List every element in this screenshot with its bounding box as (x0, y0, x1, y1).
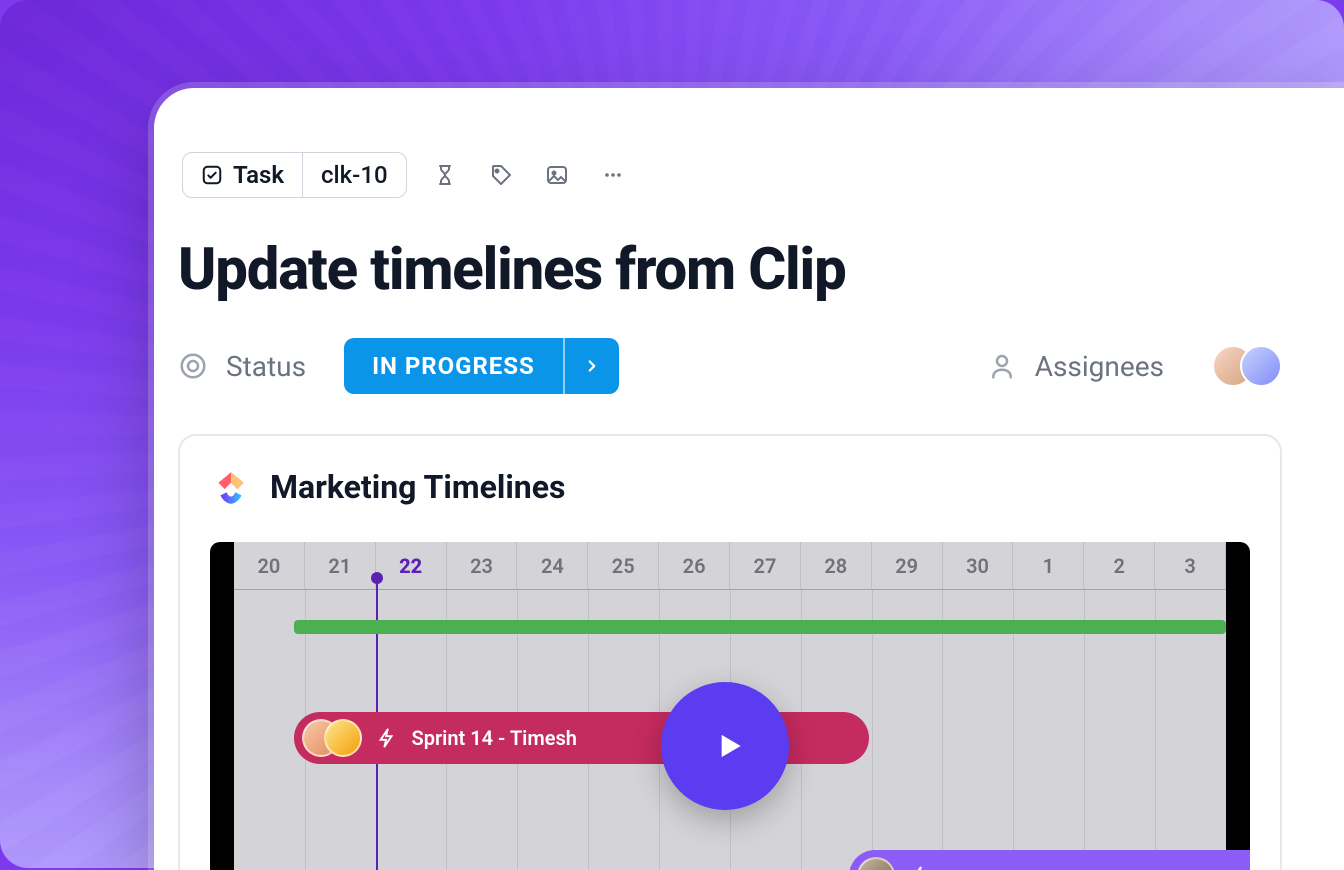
task-id-pill[interactable]: clk-10 (302, 153, 406, 197)
avatar (857, 857, 895, 870)
gantt-date: 30 (943, 542, 1014, 589)
meta-row: Status IN PROGRESS Assignees (178, 338, 1282, 394)
gantt-date: 26 (659, 542, 730, 589)
gantt-date: 27 (730, 542, 801, 589)
breadcrumb: Task clk-10 (182, 152, 407, 198)
status-label: Status (226, 350, 306, 383)
gantt-task-label: Sprint 14 - Timesh (412, 726, 577, 750)
sprint-icon (376, 727, 398, 749)
person-icon (987, 351, 1017, 381)
more-icon[interactable] (599, 161, 627, 189)
gantt-date: 28 (801, 542, 872, 589)
gantt-date: 21 (305, 542, 376, 589)
page-title: Update timelines from Clip (178, 236, 1282, 304)
status-next-icon[interactable] (563, 338, 619, 394)
assignees-label: Assignees (1035, 350, 1164, 383)
tag-icon[interactable] (487, 161, 515, 189)
gantt-date: 24 (517, 542, 588, 589)
status-value: IN PROGRESS (344, 338, 563, 394)
task-window: Task clk-10 (154, 88, 1344, 870)
clickup-logo-icon (210, 466, 252, 508)
gantt-date: 1 (1013, 542, 1084, 589)
play-button[interactable] (661, 682, 789, 810)
gantt-date: 20 (234, 542, 305, 589)
gantt-date: 23 (447, 542, 518, 589)
gantt-date: 2 (1084, 542, 1155, 589)
task-type-pill[interactable]: Task (183, 153, 302, 197)
gantt-dates: 20 21 22 23 24 25 26 27 28 29 30 1 2 3 (234, 542, 1226, 590)
header-actions (431, 161, 627, 189)
play-icon (709, 727, 747, 765)
gantt-clip[interactable]: 20 21 22 23 24 25 26 27 28 29 30 1 2 3 (210, 542, 1250, 870)
gantt-date: 3 (1155, 542, 1226, 589)
assignee-avatars[interactable] (1212, 345, 1282, 387)
image-icon[interactable] (543, 161, 571, 189)
hourglass-icon[interactable] (431, 161, 459, 189)
gantt-range-bar[interactable] (294, 620, 1226, 634)
task-header: Task clk-10 (178, 152, 1282, 198)
gantt-task-bar[interactable] (849, 850, 1250, 870)
task-type-label: Task (233, 161, 284, 189)
check-square-icon (201, 164, 223, 186)
clip-card: Marketing Timelines 20 21 22 23 24 25 26… (178, 434, 1282, 870)
clip-title: Marketing Timelines (270, 468, 565, 506)
avatar (324, 719, 362, 757)
gantt-date: 29 (872, 542, 943, 589)
gantt-date-active: 22 (376, 542, 447, 589)
task-id-label: clk-10 (321, 161, 388, 189)
status-button[interactable]: IN PROGRESS (344, 338, 619, 394)
avatar[interactable] (1240, 345, 1282, 387)
gantt-date: 25 (588, 542, 659, 589)
target-icon (178, 351, 208, 381)
